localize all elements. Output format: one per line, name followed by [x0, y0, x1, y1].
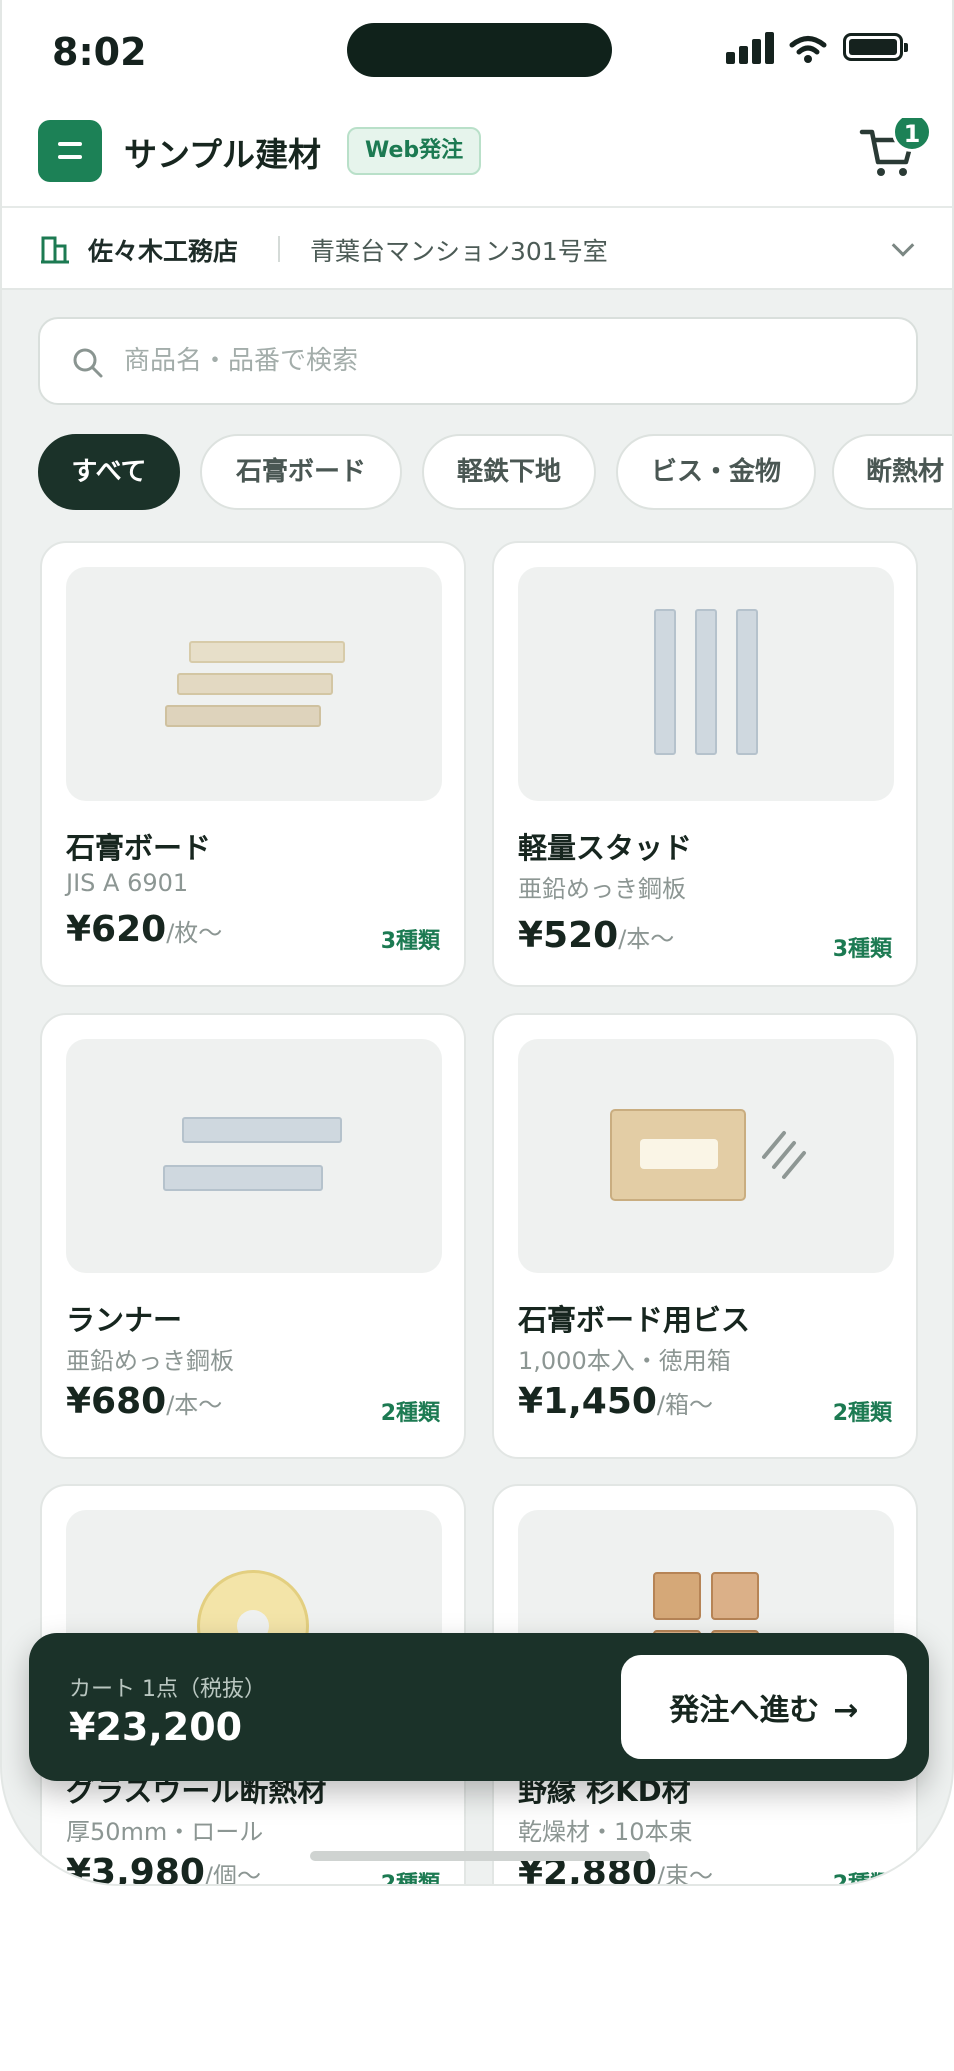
price-amount: ¥1,450 [518, 1381, 657, 1422]
price-unit: /束〜 [656, 1862, 714, 1886]
product-name: ランナー [66, 1303, 183, 1337]
product-spec: 乾燥材・10本束 [518, 1818, 693, 1846]
checkout-bar: カート 1点（税抜） ¥23,200 発注へ進む → [29, 1633, 929, 1781]
price-amount: ¥3,980 [66, 1852, 205, 1886]
price-unit: /箱〜 [656, 1391, 714, 1419]
status-bar: 8:02 [2, 0, 952, 118]
price-unit: /本〜 [166, 1391, 223, 1419]
cart-count-badge: 1 [892, 112, 932, 152]
variant-count: 2種類 [832, 1401, 892, 1426]
price-amount: ¥520 [518, 915, 619, 956]
product-spec: 亜鉛めっき鋼板 [66, 1347, 234, 1375]
product-spec: JIS A 6901 [66, 869, 189, 897]
variant-count: 3種類 [832, 937, 892, 962]
product-price: ¥680/本〜 [66, 1381, 222, 1422]
site-selector[interactable]: 佐々木工務店 青葉台マンション301号室 [2, 208, 952, 290]
product-name: 軽量スタッド [518, 831, 693, 865]
chip-gypsum-board[interactable]: 石膏ボード [200, 434, 402, 510]
product-card[interactable]: ランナー 亜鉛めっき鋼板 ¥680/本〜 2種類 [40, 1013, 466, 1459]
product-price: ¥3,980/個〜 [66, 1852, 262, 1886]
product-name: 石膏ボード用ビス [518, 1303, 751, 1337]
price-unit: /本〜 [618, 925, 675, 953]
price-amount: ¥620 [66, 909, 167, 950]
dynamic-island [347, 23, 612, 77]
arrow-right-icon: → [833, 1693, 859, 1728]
menu-button[interactable] [38, 120, 102, 182]
variant-count: 2種類 [832, 1872, 892, 1886]
chip-light-steel[interactable]: 軽鉄下地 [422, 434, 596, 510]
brand-name: サンプル建材 [124, 135, 322, 174]
product-name: 石膏ボード [66, 831, 212, 865]
price-unit: /枚〜 [166, 919, 223, 947]
project-name: 青葉台マンション301号室 [310, 237, 608, 266]
web-order-badge: Web発注 [347, 127, 482, 175]
category-chips: すべて 石膏ボード 軽鉄下地 ビス・金物 断熱材 [38, 434, 952, 514]
variant-count: 2種類 [380, 1872, 440, 1886]
product-spec: 厚50mm・ロール [66, 1818, 264, 1846]
price-unit: /個〜 [204, 1862, 262, 1886]
search-icon [73, 348, 103, 378]
cart-summary-label: カート 1点（税抜） [69, 1677, 266, 1702]
app-header: サンプル建材 Web発注 1 [2, 112, 952, 208]
variant-count: 2種類 [380, 1401, 440, 1426]
variant-count: 3種類 [380, 929, 440, 954]
product-card[interactable]: 軽量スタッド 亜鉛めっき鋼板 ¥520/本〜 3種類 [492, 541, 918, 987]
home-indicator[interactable] [310, 1851, 650, 1861]
proceed-to-order-button[interactable]: 発注へ進む → [621, 1655, 907, 1759]
phone-screen: 8:02 サンプル建材 Web発注 1 佐々木工務店 青葉台マンション301号室… [0, 0, 954, 1886]
price-amount: ¥680 [66, 1381, 167, 1422]
search-input[interactable] [124, 333, 884, 389]
divider [278, 236, 280, 262]
search-box [38, 317, 918, 405]
status-time: 8:02 [52, 30, 147, 74]
product-image [518, 567, 894, 801]
battery-icon [843, 33, 908, 61]
product-price: ¥620/枚〜 [66, 909, 222, 950]
chip-all[interactable]: すべて [38, 434, 180, 510]
product-card[interactable]: 石膏ボード用ビス 1,000本入・徳用箱 ¥1,450/箱〜 2種類 [492, 1013, 918, 1459]
product-image [66, 567, 442, 801]
product-card[interactable]: 石膏ボード JIS A 6901 ¥620/枚〜 3種類 [40, 541, 466, 987]
product-spec: 1,000本入・徳用箱 [518, 1347, 731, 1375]
wifi-icon [789, 36, 827, 63]
company-name: 佐々木工務店 [88, 237, 239, 266]
chip-insulation[interactable]: 断熱材 [832, 434, 952, 510]
chevron-down-icon [891, 234, 915, 257]
product-image [518, 1039, 894, 1273]
cart-total: ¥23,200 [69, 1705, 243, 1749]
product-image [66, 1039, 442, 1273]
order-button-label: 発注へ進む [669, 1693, 820, 1728]
building-icon [41, 236, 69, 264]
signal-icon [726, 32, 774, 64]
chip-screws-hardware[interactable]: ビス・金物 [616, 434, 816, 510]
product-spec: 亜鉛めっき鋼板 [518, 875, 686, 903]
product-price: ¥520/本〜 [518, 915, 674, 956]
product-price: ¥1,450/箱〜 [518, 1381, 713, 1422]
